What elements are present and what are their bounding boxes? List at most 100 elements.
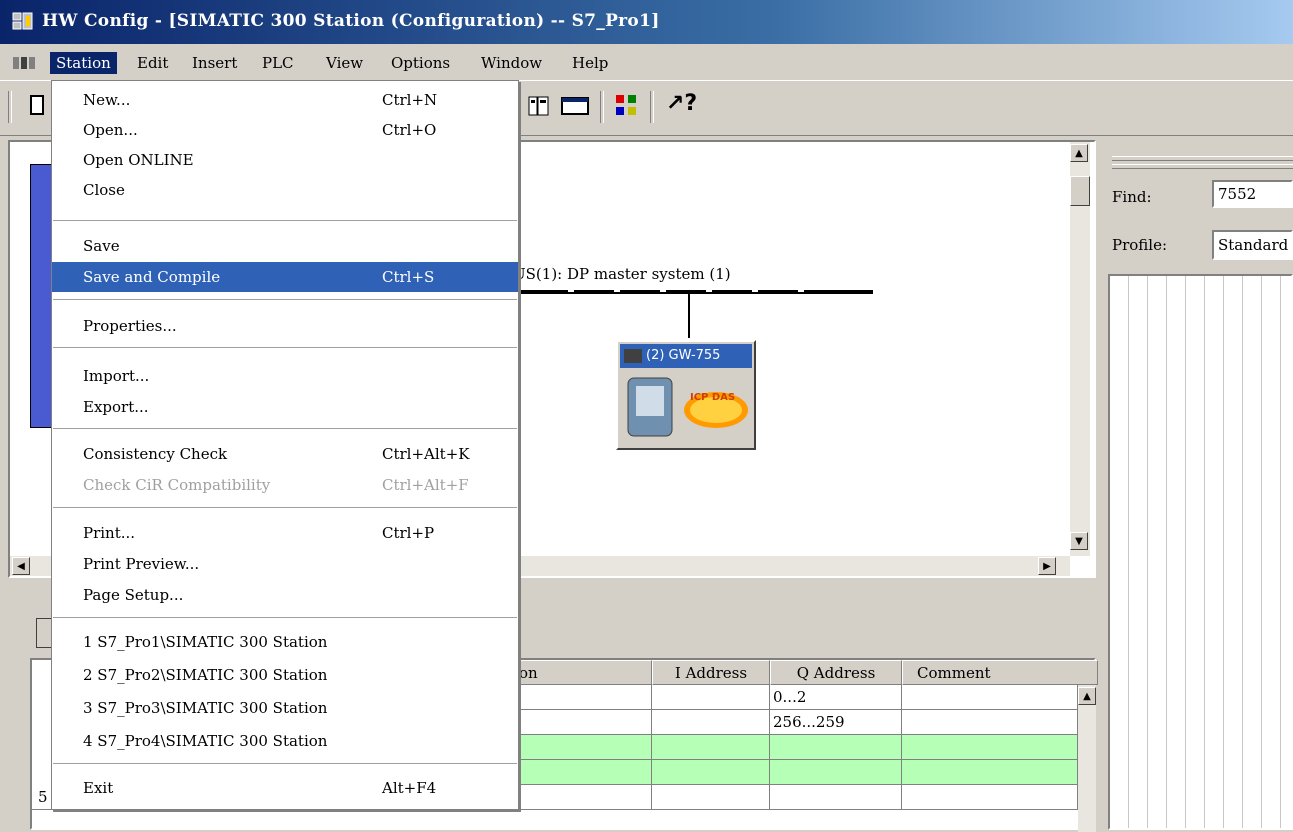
table-cell-q-address[interactable] [770,785,902,810]
menu-item-label: New... [83,91,131,109]
bus-dash [798,290,804,292]
menu-item-label: Exit [83,779,114,797]
menu-item-recent-3[interactable]: 3 S7_Pro3\SIMATIC 300 Station [52,693,518,723]
table-cell-comment[interactable] [902,760,1078,785]
icp-das-device-icon [627,377,748,437]
context-help-icon[interactable]: ↗? [666,91,697,116]
table-cell-q-address[interactable] [770,735,902,760]
table-cell-i-address[interactable] [652,735,770,760]
menu-separator [53,428,517,430]
menu-plc[interactable]: PLC [256,52,300,74]
table-cell-comment[interactable] [902,685,1078,710]
profile-select[interactable]: Standard [1212,230,1293,260]
network-config-icon[interactable] [614,93,642,119]
catalog-tree[interactable] [1108,274,1293,830]
menu-edit-label: Edit [137,54,169,72]
table-header-i-address[interactable]: I Address [652,660,770,685]
menu-options-label: Options [391,54,451,72]
menu-item-label: 3 S7_Pro3\SIMATIC 300 Station [83,699,328,717]
document-system-icon[interactable] [12,55,36,71]
menu-item-exit[interactable]: Exit Alt+F4 [52,773,518,803]
menu-item-recent-4[interactable]: 4 S7_Pro4\SIMATIC 300 Station [52,726,518,756]
menu-item-export[interactable]: Export... [52,392,518,422]
menu-options[interactable]: Options [385,52,456,74]
menu-separator [53,347,517,349]
menu-help-label: Help [572,54,609,72]
menu-item-properties[interactable]: Properties... [52,311,518,341]
table-cell-i-address[interactable] [652,710,770,735]
menu-view[interactable]: View [320,52,369,74]
menu-item-label: Open ONLINE [83,151,194,169]
slave-title-bar: (2) GW-755 [620,344,752,368]
menu-separator [53,299,517,301]
menu-window[interactable]: Window [475,52,548,74]
menu-edit[interactable]: Edit [131,52,174,74]
menu-plc-label: PLC [262,54,294,72]
menu-item-open[interactable]: Open... Ctrl+O [52,115,518,145]
scroll-right-icon[interactable]: ▶ [1038,557,1056,575]
table-cell-q-address[interactable]: 0...2 [770,685,902,710]
menu-item-recent-2[interactable]: 2 S7_Pro2\SIMATIC 300 Station [52,660,518,690]
menu-item-save-and-compile[interactable]: Save and Compile Ctrl+S [52,262,518,292]
scroll-up-icon[interactable]: ▲ [1078,687,1096,705]
station-menu-dropdown: New... Ctrl+N Open... Ctrl+O Open ONLINE C… [51,80,519,810]
table-cell-q-address[interactable]: 256...259 [770,710,902,735]
scroll-left-icon[interactable]: ◀ [12,557,30,575]
menu-item-shortcut: Alt+F4 [382,779,437,797]
menu-item-label: 2 S7_Pro2\SIMATIC 300 Station [83,666,328,684]
menu-item-label: 1 S7_Pro1\SIMATIC 300 Station [83,633,328,651]
menu-separator [53,763,517,765]
find-input[interactable]: 7552 [1212,180,1293,208]
menu-item-recent-1[interactable]: 1 S7_Pro1\SIMATIC 300 Station [52,627,518,657]
menu-item-label: 4 S7_Pro4\SIMATIC 300 Station [83,732,328,750]
vertical-scroll-thumb[interactable] [1070,176,1090,206]
menu-item-print[interactable]: Print... Ctrl+P [52,518,518,548]
menu-separator [53,617,517,619]
profile-label: Profile: [1112,236,1168,254]
module-view-icon[interactable] [527,94,551,118]
table-header-comment[interactable]: Comment [902,660,1098,685]
menu-view-label: View [326,54,364,72]
dp-bus-line[interactable] [513,290,873,294]
menu-insert[interactable]: Insert [186,52,243,74]
find-label: Find: [1112,188,1152,206]
menu-item-label: Consistency Check [83,445,228,463]
table-cell-comment[interactable] [902,785,1078,810]
menu-item-close[interactable]: Close [52,175,518,205]
table-vertical-scrollbar[interactable]: ▲ [1078,685,1096,832]
vertical-scrollbar[interactable]: ▲ ▼ [1070,142,1090,556]
table-cell-i-address[interactable] [652,760,770,785]
menu-item-consistency-check[interactable]: Consistency Check Ctrl+Alt+K [52,439,518,469]
menu-item-new[interactable]: New... Ctrl+N [52,85,518,115]
menu-item-check-cir-compatibility: Check CiR Compatibility Ctrl+Alt+F [52,470,518,500]
table-cell-i-address[interactable] [652,685,770,710]
menu-item-save[interactable]: Save [52,231,518,261]
dp-slave-gw7552[interactable]: (2) GW-755 ICP DAS [616,340,756,450]
menu-help[interactable]: Help [566,52,614,74]
menu-item-shortcut: Ctrl+P [382,524,435,542]
new-document-icon[interactable] [30,95,44,115]
window-layout-icon[interactable] [560,94,590,118]
table-cell-comment[interactable] [902,710,1078,735]
menu-station[interactable]: Station [50,52,117,74]
nav-back-icon[interactable] [36,618,52,648]
menu-item-shortcut: Ctrl+O [382,121,437,139]
menu-item-label: Print Preview... [83,555,200,573]
table-header-q-address[interactable]: Q Address [770,660,902,685]
menu-item-open-online[interactable]: Open ONLINE [52,145,518,175]
table-cell-i-address[interactable] [652,785,770,810]
menu-bar: Station Edit Insert PLC View Options Win… [0,44,1293,80]
table-cell-q-address[interactable] [770,760,902,785]
menu-item-shortcut: Ctrl+S [382,268,435,286]
menu-item-import[interactable]: Import... [52,361,518,391]
menu-item-page-setup[interactable]: Page Setup... [52,580,518,610]
scroll-down-icon[interactable]: ▼ [1070,532,1088,550]
menu-separator [53,507,517,509]
menu-window-label: Window [481,54,543,72]
table-cell-comment[interactable] [902,735,1078,760]
menu-item-label: Export... [83,398,149,416]
menu-item-print-preview[interactable]: Print Preview... [52,549,518,579]
scroll-up-icon[interactable]: ▲ [1070,144,1088,162]
menu-item-label: Save [83,237,120,255]
menu-item-label: Import... [83,367,150,385]
